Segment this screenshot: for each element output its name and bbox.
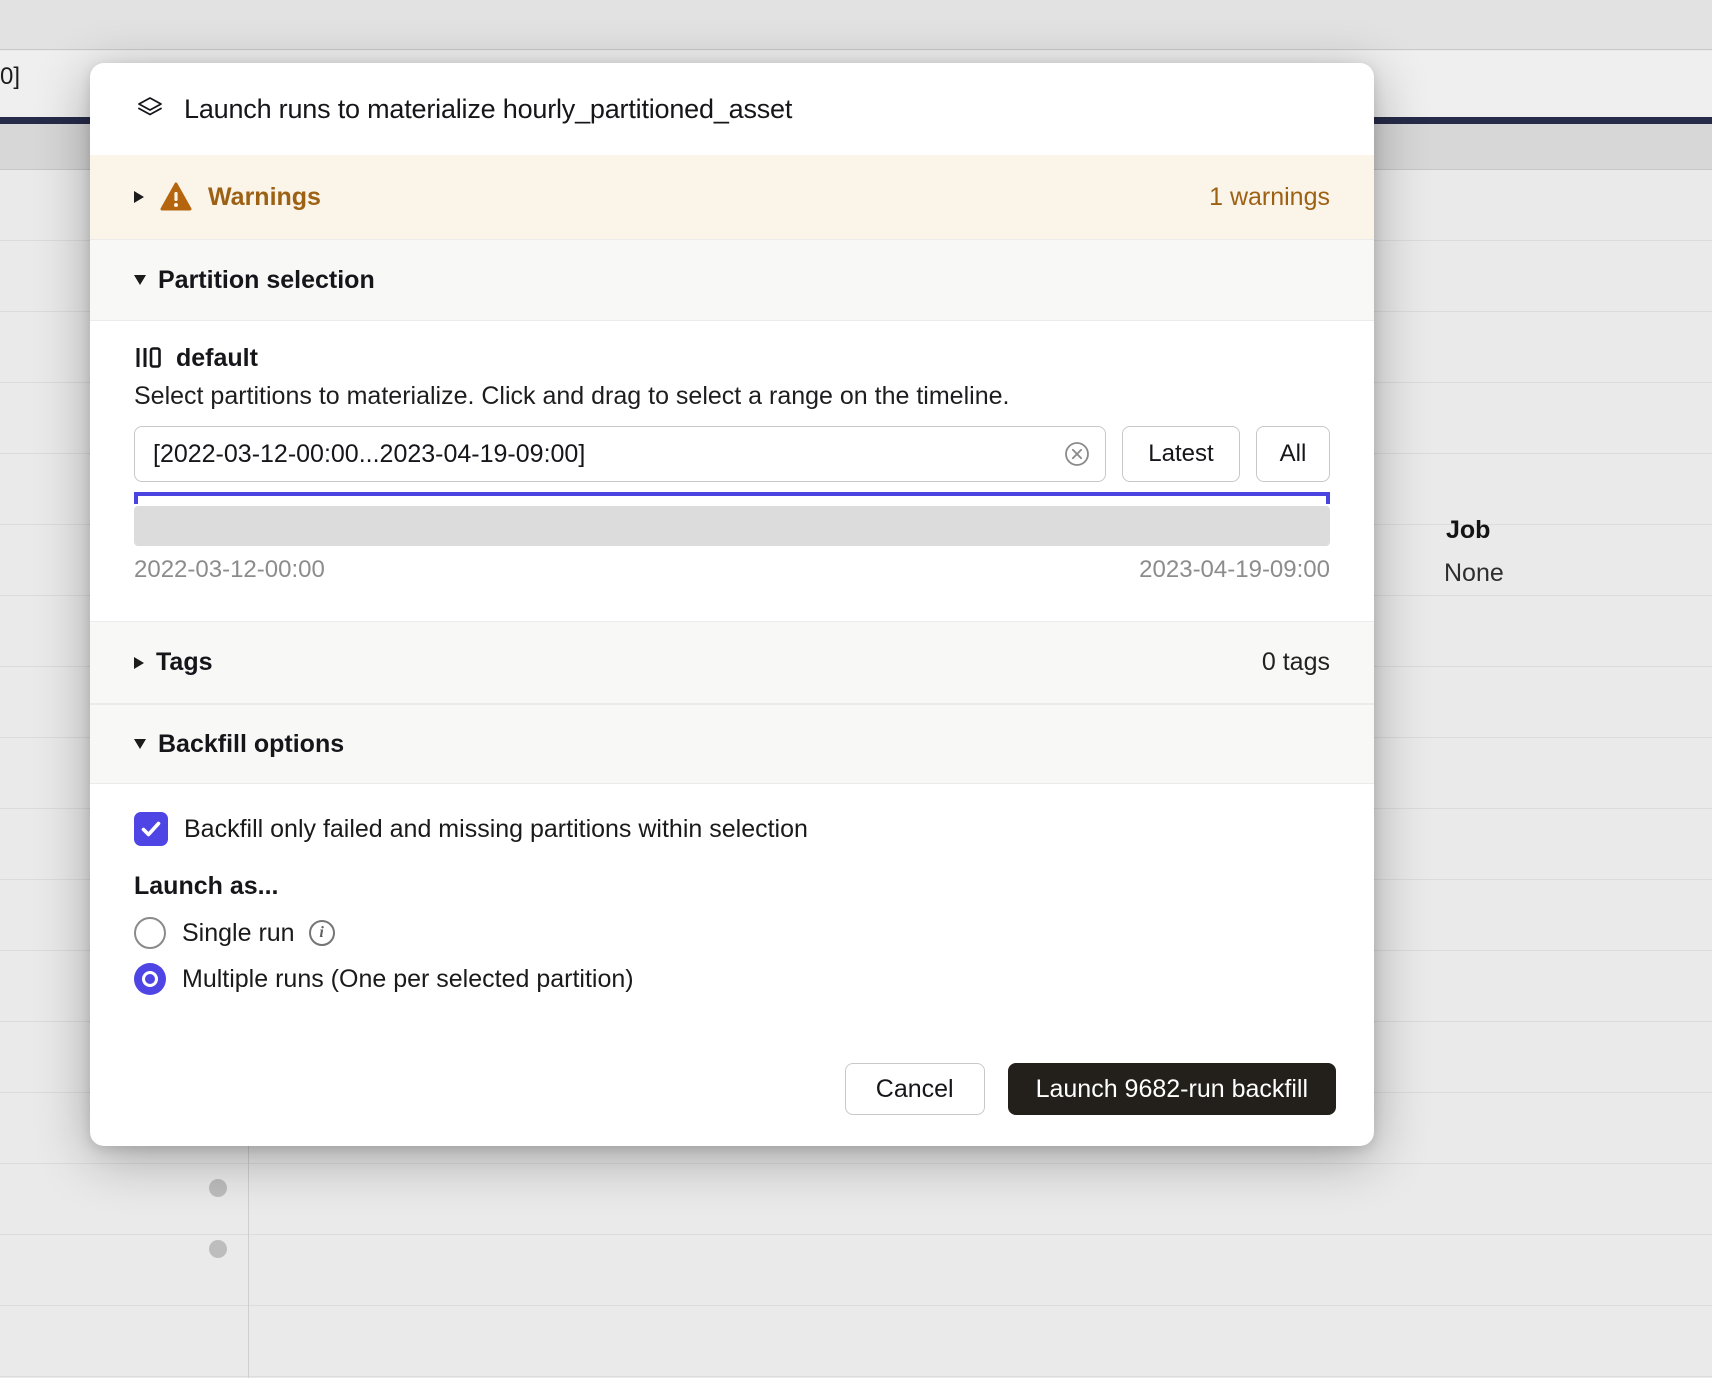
background-clipped-text: 0] bbox=[0, 63, 20, 91]
backfill-options-label: Backfill options bbox=[158, 730, 344, 759]
chevron-right-icon bbox=[134, 191, 144, 203]
multiple-runs-radio[interactable] bbox=[134, 963, 166, 995]
partition-dimension-row: default bbox=[134, 343, 1330, 373]
clear-selection-icon[interactable] bbox=[1062, 439, 1092, 469]
cancel-button[interactable]: Cancel bbox=[845, 1063, 985, 1115]
chevron-down-icon bbox=[134, 739, 146, 749]
backfill-only-failed-label: Backfill only failed and missing partiti… bbox=[184, 815, 808, 844]
timeline-selection-bracket bbox=[134, 492, 1330, 504]
partition-selection-description: Select partitions to materialize. Click … bbox=[134, 381, 1330, 412]
tags-count: 0 tags bbox=[1262, 648, 1330, 677]
single-run-label: Single run bbox=[182, 919, 295, 948]
background-job-value: None bbox=[1444, 559, 1504, 588]
warnings-label: Warnings bbox=[208, 183, 321, 212]
partition-selection-controls: Latest All bbox=[134, 426, 1330, 482]
warnings-section-header[interactable]: Warnings 1 warnings bbox=[90, 155, 1374, 239]
all-button[interactable]: All bbox=[1256, 426, 1330, 482]
partition-range-input-wrap bbox=[134, 426, 1106, 482]
partition-selection-content: default Select partitions to materialize… bbox=[90, 321, 1374, 621]
dialog-footer: Cancel Launch 9682-run backfill bbox=[90, 1032, 1374, 1146]
partition-range-input[interactable] bbox=[134, 426, 1106, 482]
partition-dimension-name: default bbox=[176, 344, 258, 373]
warnings-count: 1 warnings bbox=[1209, 183, 1330, 212]
tags-label: Tags bbox=[156, 648, 213, 677]
multiple-runs-label: Multiple runs (One per selected partitio… bbox=[182, 965, 634, 994]
launch-backfill-button[interactable]: Launch 9682-run backfill bbox=[1008, 1063, 1336, 1115]
launch-backfill-dialog: Launch runs to materialize hourly_partit… bbox=[90, 63, 1374, 1146]
background-row-dot bbox=[209, 1179, 227, 1197]
background-top-row bbox=[0, 0, 1712, 50]
latest-button[interactable]: Latest bbox=[1122, 426, 1240, 482]
single-run-option-row: Single run i bbox=[134, 917, 1330, 949]
chevron-right-icon bbox=[134, 657, 144, 669]
multiple-runs-option-row: Multiple runs (One per selected partitio… bbox=[134, 963, 1330, 995]
backfill-options-section-header[interactable]: Backfill options bbox=[90, 704, 1374, 784]
single-run-radio[interactable] bbox=[134, 917, 166, 949]
timeline-start-label: 2022-03-12-00:00 bbox=[134, 556, 325, 584]
asset-layers-icon bbox=[134, 93, 166, 125]
tags-section-header[interactable]: Tags 0 tags bbox=[90, 621, 1374, 704]
partition-selection-label: Partition selection bbox=[158, 266, 375, 295]
backfill-only-failed-row: Backfill only failed and missing partiti… bbox=[134, 812, 1330, 846]
backfill-options-content: Backfill only failed and missing partiti… bbox=[90, 784, 1374, 1032]
dialog-title: Launch runs to materialize hourly_partit… bbox=[184, 94, 792, 125]
dialog-header: Launch runs to materialize hourly_partit… bbox=[90, 63, 1374, 155]
partition-dimension-icon bbox=[134, 344, 162, 372]
warning-triangle-icon bbox=[160, 182, 192, 212]
backfill-only-failed-checkbox[interactable] bbox=[134, 812, 168, 846]
background-job-label: Job bbox=[1446, 516, 1490, 545]
chevron-down-icon bbox=[134, 275, 146, 285]
timeline-bar[interactable] bbox=[134, 506, 1330, 546]
timeline-end-label: 2023-04-19-09:00 bbox=[1139, 556, 1330, 584]
launch-as-label: Launch as... bbox=[134, 872, 1330, 903]
background-row-dot bbox=[209, 1240, 227, 1258]
info-icon[interactable]: i bbox=[309, 920, 335, 946]
timeline-range-labels: 2022-03-12-00:00 2023-04-19-09:00 bbox=[134, 556, 1330, 584]
partition-selection-section-header[interactable]: Partition selection bbox=[90, 239, 1374, 321]
